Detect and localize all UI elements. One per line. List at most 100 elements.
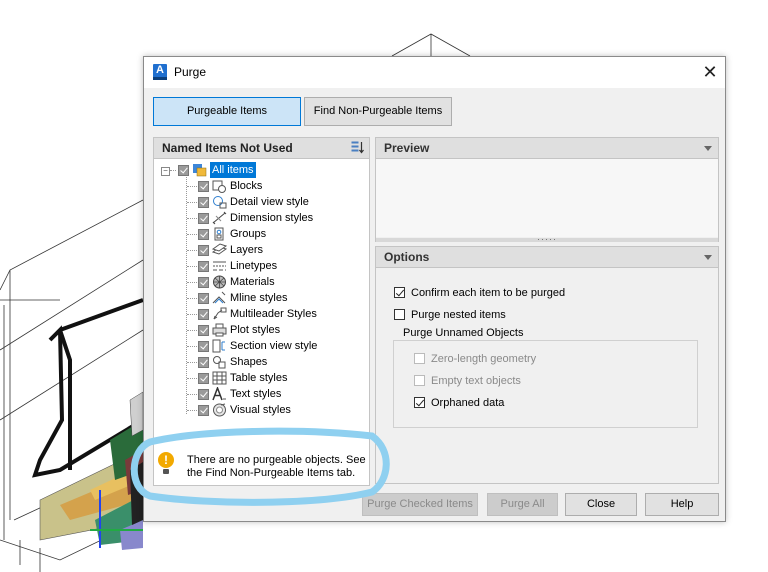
- tree-guide-line: [170, 170, 176, 171]
- shapes-checkbox[interactable]: [198, 357, 209, 368]
- named-items-header-label: Named Items Not Used: [162, 141, 293, 155]
- layers-checkbox[interactable]: [198, 245, 209, 256]
- named-items-panel: Named Items Not Used − All items Blocks …: [153, 137, 370, 486]
- tree-item-layers[interactable]: Layers: [154, 242, 364, 258]
- tree-item-plot-styles[interactable]: Plot styles: [154, 322, 364, 338]
- dimension-styles-label: Dimension styles: [230, 212, 314, 224]
- purge-dialog: A Purge ✕ Purgeable Items Find Non-Purge…: [143, 56, 726, 522]
- empty-text-checkbox: [414, 375, 425, 386]
- section-view-style-checkbox[interactable]: [198, 341, 209, 352]
- tree-item-table-styles[interactable]: Table styles: [154, 370, 364, 386]
- warning-icon: !: [158, 452, 174, 474]
- groups-checkbox[interactable]: [198, 229, 209, 240]
- dimension-styles-checkbox[interactable]: [198, 213, 209, 224]
- materials-icon: [213, 275, 226, 289]
- dimension-styles-icon: [212, 211, 227, 225]
- preview-header[interactable]: Preview: [376, 138, 718, 159]
- shapes-icon: [213, 356, 226, 369]
- empty-text-label: Empty text objects: [431, 375, 521, 387]
- tree-item-materials[interactable]: Materials: [154, 274, 364, 290]
- text-styles-label: Text styles: [230, 388, 282, 400]
- preview-area: [376, 159, 718, 237]
- confirm-each-label: Confirm each item to be purged: [411, 287, 566, 299]
- title-bar: A Purge ✕: [144, 57, 725, 88]
- tree-item-detail-view-style[interactable]: Detail view style: [154, 194, 364, 210]
- tree-root-all-items[interactable]: − All items: [154, 162, 364, 178]
- orphaned-data-label: Orphaned data: [431, 397, 505, 409]
- all-items-checkbox[interactable]: [178, 165, 189, 176]
- text-styles-icon: [212, 387, 226, 401]
- linetypes-icon: [213, 261, 226, 271]
- blocks-icon: [212, 180, 226, 193]
- pane-splitter-handle[interactable]: ·····: [376, 235, 718, 244]
- collapse-icon[interactable]: −: [161, 167, 170, 176]
- plot-styles-label: Plot styles: [230, 324, 281, 336]
- plot-styles-icon: [212, 323, 227, 337]
- table-styles-label: Table styles: [230, 372, 288, 384]
- layers-label: Layers: [230, 244, 264, 256]
- help-button[interactable]: Help: [645, 493, 719, 516]
- visual-styles-icon: [213, 403, 226, 417]
- table-styles-checkbox[interactable]: [198, 373, 209, 384]
- plot-styles-checkbox[interactable]: [198, 325, 209, 336]
- mline-styles-checkbox[interactable]: [198, 293, 209, 304]
- materials-label: Materials: [230, 276, 275, 288]
- tree-item-multileader-styles[interactable]: Multileader Styles: [154, 306, 364, 322]
- notice-text: There are no purgeable objects. See the …: [187, 454, 366, 479]
- chevron-down-icon[interactable]: [704, 146, 712, 151]
- multileader-styles-checkbox[interactable]: [198, 309, 209, 320]
- tree-item-dimension-styles[interactable]: Dimension styles: [154, 210, 364, 226]
- tree-item-text-styles[interactable]: Text styles: [154, 386, 364, 402]
- purge-checked-items-button: Purge Checked Items: [362, 493, 478, 516]
- tree-item-section-view-style[interactable]: Section view style: [154, 338, 364, 354]
- detail-view-style-checkbox[interactable]: [198, 197, 209, 208]
- tree-item-blocks[interactable]: Blocks: [154, 178, 364, 194]
- multileader-styles-label: Multileader Styles: [230, 308, 317, 320]
- detail-view-style-icon: [213, 196, 227, 209]
- close-button[interactable]: Close: [565, 493, 637, 516]
- groups-label: Groups: [230, 228, 267, 240]
- confirm-each-checkbox[interactable]: [394, 287, 405, 298]
- table-styles-icon: [212, 371, 227, 385]
- close-icon[interactable]: ✕: [695, 57, 725, 88]
- visual-styles-checkbox[interactable]: [198, 405, 209, 416]
- orphaned-data-checkbox[interactable]: [414, 397, 425, 408]
- groups-icon: [214, 227, 224, 241]
- layers-icon: [212, 243, 227, 255]
- visual-styles-label: Visual styles: [230, 404, 291, 416]
- tab-purgeable-items[interactable]: Purgeable Items: [153, 97, 301, 126]
- named-items-header: Named Items Not Used: [154, 138, 369, 159]
- multileader-styles-icon: [213, 307, 227, 320]
- tree-item-mline-styles[interactable]: Mline styles: [154, 290, 364, 306]
- blocks-label: Blocks: [230, 180, 263, 192]
- tree-item-linetypes[interactable]: Linetypes: [154, 258, 364, 274]
- purge-nested-checkbox[interactable]: [394, 309, 405, 320]
- purge-nested-label: Purge nested items: [411, 309, 506, 321]
- materials-checkbox[interactable]: [198, 277, 209, 288]
- section-view-style-label: Section view style: [230, 340, 318, 352]
- shapes-label: Shapes: [230, 356, 268, 368]
- zero-length-checkbox: [414, 353, 425, 364]
- dialog-title: Purge: [174, 65, 207, 79]
- purge-unnamed-group-title: Purge Unnamed Objects: [400, 327, 527, 339]
- mline-styles-icon: [212, 291, 226, 304]
- text-styles-checkbox[interactable]: [198, 389, 209, 400]
- linetypes-checkbox[interactable]: [198, 261, 209, 272]
- blocks-checkbox[interactable]: [198, 181, 209, 192]
- zero-length-label: Zero-length geometry: [431, 353, 537, 365]
- tree-item-shapes[interactable]: Shapes: [154, 354, 364, 370]
- section-view-style-icon: [212, 339, 225, 353]
- options-header[interactable]: Options: [376, 247, 718, 268]
- chevron-down-icon[interactable]: [704, 255, 712, 260]
- autocad-app-icon: A: [153, 64, 167, 80]
- linetypes-label: Linetypes: [230, 260, 278, 272]
- all-items-label: All items: [210, 162, 256, 178]
- tree-item-groups[interactable]: Groups: [154, 226, 364, 242]
- no-purgeable-notice: ! There are no purgeable objects. See th…: [154, 446, 367, 482]
- mline-styles-label: Mline styles: [230, 292, 288, 304]
- preview-header-label: Preview: [384, 141, 430, 155]
- sort-list-icon[interactable]: [351, 141, 365, 154]
- tab-find-non-purgeable-items[interactable]: Find Non-Purgeable Items: [304, 97, 452, 126]
- options-header-label: Options: [384, 250, 430, 264]
- tree-item-visual-styles[interactable]: Visual styles: [154, 402, 364, 418]
